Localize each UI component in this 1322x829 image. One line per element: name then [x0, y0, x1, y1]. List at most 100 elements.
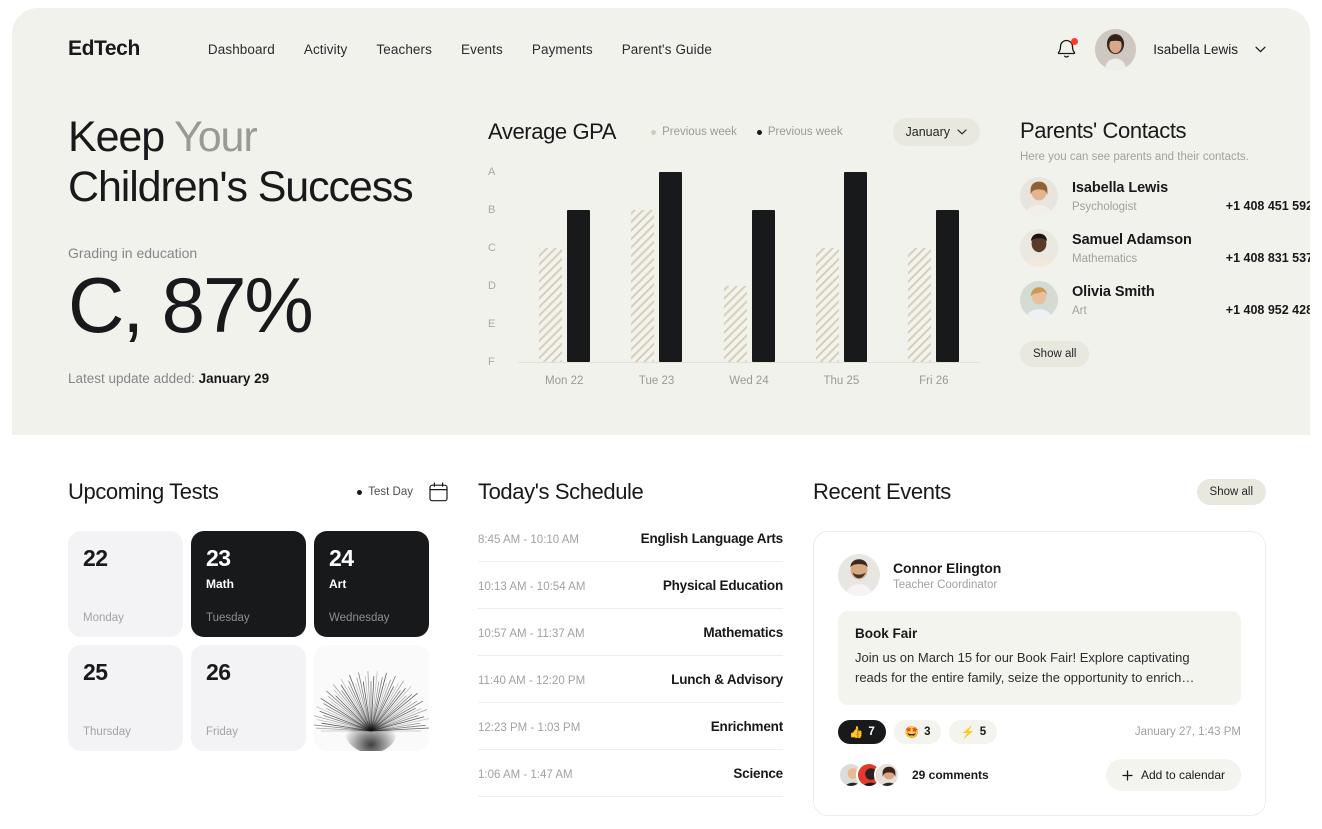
test-day-weekday: Friday	[206, 726, 238, 738]
events-title: Recent Events	[813, 479, 951, 504]
reaction-button[interactable]: ⚡ 5	[949, 720, 998, 744]
schedule-row[interactable]: 8:45 AM - 10:10 AM English Language Arts	[478, 511, 783, 562]
calendar-icon[interactable]	[429, 482, 448, 502]
contact-phone[interactable]: +1 408 831 5372	[1226, 251, 1310, 265]
test-day-weekday: Tuesday	[206, 612, 250, 624]
event-footer: 29 comments Add to calendar	[838, 759, 1241, 791]
event-author-name: Connor Elington	[893, 559, 1002, 576]
legend-dot-hatched	[651, 129, 657, 135]
nav-item-payments[interactable]: Payments	[532, 42, 593, 57]
reaction-emoji: 👍	[849, 727, 864, 739]
schedule-subject: Mathematics	[703, 625, 783, 640]
chart-header: Average GPA Previous week Previous week …	[488, 118, 980, 146]
tests-grid: 22 Monday 23 Math Tuesday 24 Art Wednesday 25 Thu…	[68, 531, 448, 751]
avatar[interactable]	[1095, 28, 1137, 70]
chart-y-axis: A B C D E F	[488, 166, 510, 368]
event-author: Connor Elington Teacher Coordinator	[838, 554, 1241, 596]
notifications-button[interactable]	[1056, 37, 1079, 61]
commenter-avatars	[838, 762, 900, 788]
schedule-time: 10:57 AM - 11:37 AM	[478, 628, 585, 640]
contact-phone[interactable]: +1 408 952 4284	[1226, 303, 1310, 317]
reaction-count: 3	[924, 726, 931, 738]
avatar-image	[1020, 177, 1058, 215]
month-selector[interactable]: January	[892, 118, 980, 146]
chart-bar-solid-fri-26	[936, 210, 960, 362]
chart-y-tick-A: A	[488, 166, 496, 178]
event-date: January 27, 1:43 PM	[1134, 726, 1241, 738]
test-day-cell-22[interactable]: 22 Monday	[68, 531, 183, 637]
schedule-row[interactable]: 12:23 PM - 1:03 PM Enrichment	[478, 703, 783, 750]
avatar-image	[1020, 229, 1058, 267]
test-day-cell-26[interactable]: 26 Friday	[191, 645, 306, 751]
legend-dot-solid	[756, 129, 762, 135]
nav-item-parents-guide[interactable]: Parent's Guide	[622, 42, 712, 57]
test-day-weekday: Thursday	[83, 726, 131, 738]
chart-plot-area: A B C D E F	[488, 166, 980, 368]
brand-logo[interactable]: EdTech	[68, 37, 140, 61]
reaction-button[interactable]: 👍 7	[838, 720, 886, 744]
contact-row[interactable]: Samuel Adamson Mathematics +1 408 831 5372	[1020, 229, 1310, 267]
legend-label-solid: Previous week	[767, 126, 843, 138]
test-day-number: 24	[329, 545, 354, 571]
chart-y-tick-D: D	[488, 280, 496, 292]
schedule-subject: Lunch & Advisory	[671, 672, 783, 687]
schedule-row[interactable]: 1:06 AM - 1:47 AM Science	[478, 750, 783, 797]
chart-x-tick: Fri 26	[919, 375, 949, 387]
chevron-down-icon[interactable]	[1255, 46, 1266, 53]
contact-meta: Art +1 408 952 4284	[1072, 303, 1310, 317]
add-to-calendar-button[interactable]: Add to calendar	[1105, 759, 1241, 791]
schedule-time: 12:23 PM - 1:03 PM	[478, 722, 581, 734]
events-show-all-button[interactable]: Show all	[1196, 479, 1266, 505]
event-post-card[interactable]: Connor Elington Teacher Coordinator Book…	[813, 531, 1266, 816]
reaction-button[interactable]: 🤩 3	[893, 720, 942, 744]
comments-count[interactable]: 29 comments	[912, 768, 989, 782]
schedule-subject: Science	[733, 766, 783, 781]
contact-role: Art	[1072, 304, 1087, 317]
avatar-image	[1020, 281, 1058, 319]
avatar	[1020, 281, 1058, 319]
chart-bar-hatched-tue-23	[631, 210, 655, 362]
tests-title: Upcoming Tests	[68, 479, 219, 504]
contact-role: Mathematics	[1072, 252, 1138, 265]
contact-row[interactable]: Olivia Smith Art +1 408 952 4284	[1020, 281, 1310, 319]
chart-baseline	[518, 362, 980, 363]
contact-row[interactable]: Isabella Lewis Psychologist +1 408 451 592…	[1020, 177, 1310, 215]
schedule-row[interactable]: 10:57 AM - 11:37 AM Mathematics	[478, 609, 783, 656]
chart-bar-solid-tue-23	[659, 172, 683, 362]
nav-item-events[interactable]: Events	[461, 42, 503, 57]
decorative-burst-graphic	[314, 645, 429, 751]
user-name-label: Isabella Lewis	[1153, 41, 1238, 57]
hero-section: EdTech Dashboard Activity Teachers Event…	[12, 8, 1310, 435]
test-day-cell-24[interactable]: 24 Art Wednesday	[314, 531, 429, 637]
nav-links: Dashboard Activity Teachers Events Payme…	[208, 42, 712, 57]
chart-bar-hatched-thu-25	[815, 248, 839, 362]
upcoming-tests-card: Upcoming Tests Test Day 22 Monday 23 Math Tu…	[68, 479, 448, 816]
chart-title: Average GPA	[488, 119, 617, 144]
chart-x-tick: Wed 24	[729, 375, 769, 387]
schedule-time: 10:13 AM - 10:54 AM	[478, 581, 586, 593]
contacts-show-all-button[interactable]: Show all	[1020, 341, 1090, 367]
latest-update: Latest update added: January 29	[68, 371, 478, 386]
avatar-image	[838, 554, 880, 596]
schedule-row[interactable]: 10:13 AM - 10:54 AM Physical Education	[478, 562, 783, 609]
schedule-row[interactable]: 11:40 AM - 12:20 PM Lunch & Advisory	[478, 656, 783, 703]
chevron-down-icon	[957, 129, 967, 135]
nav-item-activity[interactable]: Activity	[304, 42, 348, 57]
chart-bar-group	[518, 172, 610, 362]
nav-item-teachers[interactable]: Teachers	[376, 42, 432, 57]
avatar-image	[876, 764, 898, 786]
contact-phone[interactable]: +1 408 451 5925	[1226, 199, 1310, 213]
chart-bar-hatched-wed-24	[723, 286, 747, 362]
chart-x-tick: Mon 22	[545, 375, 584, 387]
chart-bar-solid-wed-24	[751, 210, 775, 362]
schedule-subject: Enrichment	[710, 719, 783, 734]
test-day-cell-23[interactable]: 23 Math Tuesday	[191, 531, 306, 637]
score-value: C, 87%	[68, 261, 314, 349]
test-day-cell-25[interactable]: 25 Thursday	[68, 645, 183, 751]
contact-role: Psychologist	[1072, 200, 1137, 213]
chart-bar-group	[795, 172, 887, 362]
nav-item-dashboard[interactable]: Dashboard	[208, 42, 275, 57]
chart-y-tick-F: F	[488, 356, 495, 368]
gpa-chart-card: Average GPA Previous week Previous week …	[488, 112, 980, 387]
avatar	[1020, 229, 1058, 267]
